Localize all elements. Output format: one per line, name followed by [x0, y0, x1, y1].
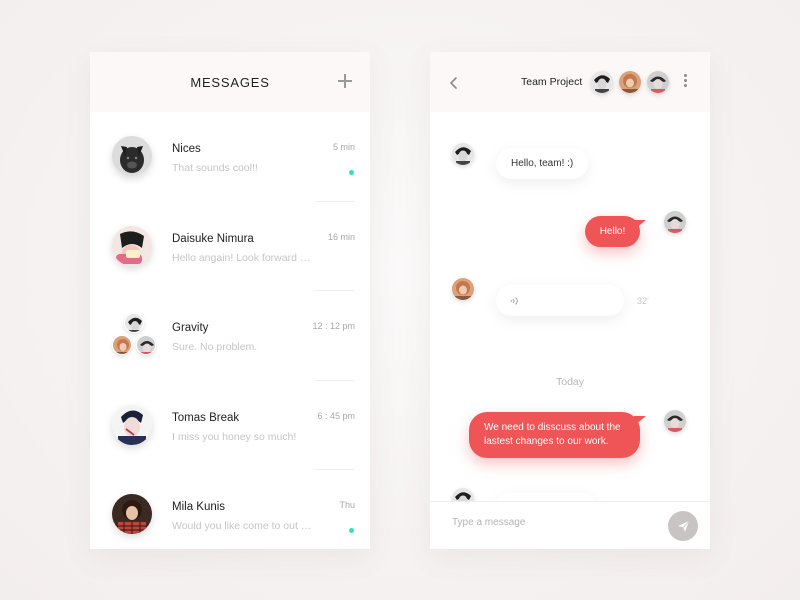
conversation-item-daisuke-nimura[interactable]: Daisuke Nimura Hello angain! Look forwar…: [90, 202, 370, 291]
plus-icon[interactable]: [338, 74, 352, 88]
unread-indicator: [349, 170, 354, 175]
unread-indicator: [349, 528, 354, 533]
message-bubble-outgoing: Hello!: [585, 216, 646, 247]
bubble-tail: [634, 220, 646, 230]
messages-header: MESSAGES: [90, 52, 370, 112]
send-icon: [677, 520, 689, 532]
conversation-time: 12 : 12 pm: [312, 321, 355, 331]
message-input[interactable]: [452, 517, 652, 528]
conversation-item-gravity[interactable]: Gravity Sure. No problem. 12 : 12 pm: [90, 291, 370, 381]
conversation-preview: Hello angain! Look forward to your reply: [172, 251, 312, 264]
participant-avatar[interactable]: [619, 71, 641, 93]
chevron-left-icon[interactable]: [448, 76, 460, 89]
conversation-item-mila-kunis[interactable]: Mila Kunis Would you like come to out pa…: [90, 470, 370, 549]
participant-avatar[interactable]: [647, 71, 669, 93]
conversation-time: 16 min: [327, 231, 355, 242]
message-bubble-outgoing: We need to disscuss about the lastest ch…: [469, 412, 646, 458]
conversation-preview: Would you like come to out party tonight…: [172, 520, 312, 532]
messages-panel: MESSAGES Nices That sounds cool!! 5 min: [90, 52, 370, 549]
conversation-preview: Sure. No problem.: [172, 341, 258, 353]
audio-wave-icon: [510, 297, 518, 305]
avatar: [136, 335, 156, 355]
send-button[interactable]: [668, 511, 698, 541]
conversation-preview: That sounds cool!!: [172, 162, 258, 174]
avatar: [112, 404, 152, 445]
avatar: [112, 136, 152, 176]
sender-avatar: [664, 410, 686, 432]
voice-duration: 32': [637, 296, 649, 306]
sender-avatar: [452, 278, 474, 300]
conversation-time: 6 : 45 pm: [317, 410, 355, 421]
avatar: [112, 494, 152, 534]
conversation-item-nices[interactable]: Nices That sounds cool!! 5 min: [90, 112, 370, 202]
sender-avatar: [452, 143, 474, 165]
message-text: Hello!: [599, 226, 626, 237]
chat-panel: Team Project Hello, team!:) Hello! 32' …: [430, 52, 710, 549]
conversation-name: Gravity: [172, 322, 209, 334]
message-composer: [430, 501, 710, 549]
avatar: [112, 335, 132, 355]
bubble-tail: [634, 416, 646, 426]
conversation-time: 5 min: [332, 142, 355, 152]
conversation-preview: I miss you honey so much!: [172, 430, 297, 443]
message-bubble-incoming: [496, 493, 596, 501]
group-avatar: [112, 313, 160, 361]
avatar: [124, 313, 144, 333]
conversation-name: Tomas Break: [172, 411, 240, 424]
conversation-time: Thu: [339, 500, 355, 510]
chat-title: Team Project: [521, 76, 583, 88]
voice-message-bubble[interactable]: [496, 285, 624, 316]
conversation-list: Nices That sounds cool!! 5 min Daisuke N…: [90, 112, 370, 549]
messages-title: MESSAGES: [190, 75, 270, 90]
avatar: [112, 225, 152, 266]
sender-avatar: [664, 211, 686, 233]
message-bubble-incoming: Hello, team! :): [496, 148, 589, 179]
conversation-name: Mila Kunis: [172, 501, 226, 513]
chat-header: Team Project: [430, 52, 710, 112]
conversation-name: Nices: [172, 143, 201, 155]
conversation-name: Daisuke Nimura: [172, 232, 254, 245]
chat-messages: Hello, team! :) Hello! 32' Today We need…: [430, 112, 710, 501]
message-text: lastest changes to our work.: [484, 436, 609, 447]
participant-avatar[interactable]: [591, 71, 613, 93]
date-separator: Today: [555, 376, 585, 388]
more-vertical-icon[interactable]: [684, 74, 688, 88]
message-text: We need to disscuss about the: [484, 422, 621, 433]
conversation-item-tomas-break[interactable]: Tomas Break I miss you honey so much! 6 …: [90, 381, 370, 470]
sender-avatar: [452, 488, 474, 501]
